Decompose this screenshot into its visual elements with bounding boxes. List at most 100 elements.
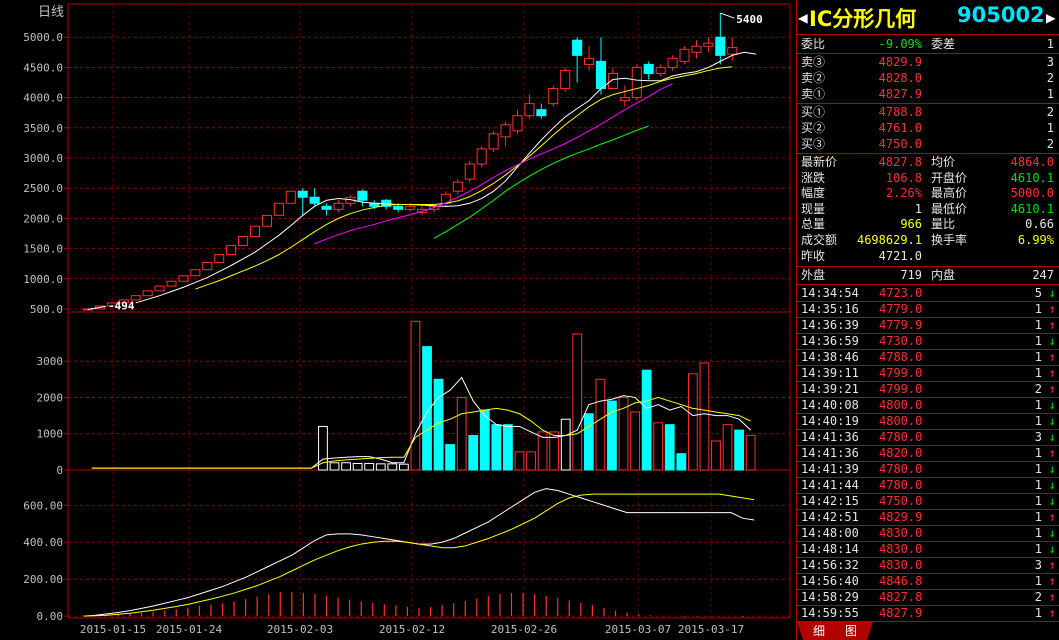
trade-volume: 1 [1034, 462, 1042, 476]
trade-price: 4830.0 [879, 542, 923, 556]
trade-price: 4779.9 [879, 318, 923, 332]
ask-price: 4829.9 [878, 55, 922, 69]
candle-body [572, 39, 583, 56]
trade-volume: 1 [1034, 542, 1042, 556]
trade-price: 4799.0 [879, 366, 923, 380]
ask-label: 卖③ [801, 55, 826, 69]
prev-close-row: 昨收 4721.0 [797, 248, 1059, 265]
bid-row: 买② 4761.0 1 [797, 120, 1059, 137]
stat-row: 总量 966 量比 0.66 [797, 216, 1059, 233]
trade-direction-icon: ↓ [1048, 494, 1056, 508]
volume-bar [653, 422, 664, 471]
trade-time: 14:59:55 [801, 606, 859, 620]
ma-line-3 [433, 125, 649, 239]
trade-time: 14:48:00 [801, 526, 859, 540]
trade-price: 4780.0 [879, 478, 923, 492]
trade-time: 14:58:29 [801, 590, 859, 604]
candle-body [607, 72, 618, 90]
ask-price: 4827.9 [878, 87, 922, 101]
trade-time: 14:56:40 [801, 574, 859, 588]
bid-price: 4750.0 [878, 137, 922, 151]
candle-body [595, 60, 607, 90]
weibi-row: 委比 -9.09% 委差 1 [797, 36, 1059, 53]
trade-price: 4829.9 [879, 510, 923, 524]
candle-body [273, 202, 284, 216]
candle-body [643, 63, 654, 74]
prev-instrument-button[interactable]: ◀ [798, 8, 808, 27]
stat-value: 4827.8 [878, 155, 922, 169]
trade-price: 4820.0 [879, 446, 923, 460]
trade-volume: 1 [1034, 574, 1042, 588]
inner-label: 内盘 [931, 268, 956, 282]
next-instrument-button[interactable]: ▶ [1046, 8, 1056, 27]
candle-body [202, 261, 213, 271]
trade-price: 4788.0 [879, 350, 923, 364]
trade-row: 14:42:51 4829.9 1 ↑ [797, 509, 1059, 526]
kline-chart-area[interactable]: 日线 5400 -494 500.0 1000.0 1500.0 2000.0 2500.… [0, 0, 796, 640]
trade-time: 14:56:32 [801, 558, 859, 572]
candle-body [548, 88, 559, 105]
stat-label: 量比 [931, 217, 956, 232]
trade-direction-icon: ↑ [1048, 318, 1056, 332]
candle-body [285, 190, 296, 204]
bid-row: 买① 4788.8 2 [797, 104, 1059, 121]
y-tick-label: 4000.0 [23, 92, 63, 105]
trade-volume: 1 [1034, 494, 1042, 508]
trade-price: 4827.8 [879, 590, 923, 604]
weicha-value: 1 [1046, 37, 1054, 51]
trade-time: 14:42:51 [801, 510, 859, 524]
volume-bar [341, 462, 351, 471]
trade-direction-icon: ↓ [1048, 414, 1056, 428]
candle-body [440, 193, 451, 204]
volume-bar [745, 435, 756, 471]
trade-row: 14:41:36 4780.0 3 ↓ [797, 429, 1059, 446]
chart-frame [67, 3, 791, 619]
trade-price: 4846.8 [879, 574, 923, 588]
stat-row: 成交额 4698629.1 换手率 6.99% [797, 232, 1059, 249]
trade-time: 14:35:16 [801, 302, 859, 316]
candle-body [536, 109, 547, 117]
stat-value: 4698629.1 [856, 233, 922, 247]
stat-label: 涨跌 [801, 170, 826, 185]
y-tick-label: 2000 [37, 391, 64, 404]
trade-direction-icon: ↓ [1048, 430, 1056, 444]
trade-direction-icon: ↑ [1048, 510, 1056, 524]
tab-detail[interactable]: 细 [809, 622, 829, 640]
volume-bar [456, 396, 467, 471]
ask-row: 卖① 4827.9 1 [797, 86, 1059, 103]
volume-bar [445, 444, 456, 471]
stat-label: 均价 [931, 155, 956, 169]
trade-time: 14:41:44 [801, 478, 859, 492]
max-marker [720, 12, 735, 19]
candle-body [142, 290, 153, 297]
trade-time: 14:39:11 [801, 366, 859, 380]
candle-body [584, 57, 595, 65]
volume-bar [687, 373, 698, 471]
trade-direction-icon: ↑ [1048, 302, 1056, 316]
stat-value: 966 [900, 217, 922, 232]
trade-direction-icon: ↓ [1048, 478, 1056, 492]
trade-price: 4830.0 [879, 558, 923, 572]
trade-row: 14:42:15 4750.0 1 ↓ [797, 493, 1059, 510]
candle-body [619, 97, 630, 102]
bid-label: 买③ [801, 137, 826, 151]
trade-row: 14:34:54 4723.0 5 ↓ [797, 285, 1059, 302]
x-tick-label: 2015-01-15 [80, 623, 146, 636]
ask-row: 卖② 4828.0 2 [797, 70, 1059, 87]
trade-direction-icon: ↑ [1048, 606, 1056, 620]
stat-value: 106.8 [885, 170, 922, 185]
y-tick-label: 200.00 [23, 573, 63, 586]
bid-price: 4761.0 [878, 121, 922, 135]
candle-body [560, 69, 571, 90]
trade-time: 14:39:21 [801, 382, 859, 396]
tab-chart[interactable]: 图 [841, 622, 861, 640]
volume-ma-line-0 [91, 376, 752, 469]
trade-volume: 1 [1034, 350, 1042, 364]
candle-body [178, 275, 189, 282]
indicator-line-0 [83, 488, 755, 617]
candle-body [476, 148, 487, 165]
volume-bar [318, 425, 328, 471]
volume-bar [676, 453, 687, 471]
stat-row: 涨跌 106.8 开盘价 4610.1 [797, 170, 1059, 187]
trade-price: 4723.0 [879, 286, 923, 300]
